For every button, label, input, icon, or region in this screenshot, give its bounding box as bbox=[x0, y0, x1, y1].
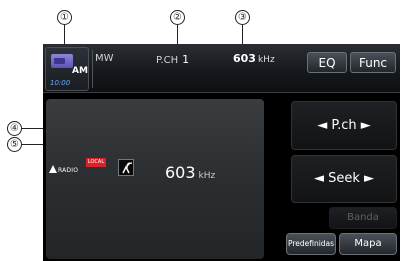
seek-button[interactable]: ◄ Seek ► bbox=[291, 155, 397, 203]
band-label: MW bbox=[95, 53, 114, 64]
radio-icon bbox=[51, 54, 73, 68]
callout-5: ⑤ bbox=[7, 137, 22, 152]
status-bar: AM 10:00 MW P.CH 1 603 kHz EQ Func bbox=[43, 44, 400, 93]
preset-channel: P.CH 1 bbox=[156, 53, 189, 66]
banda-button[interactable]: Banda bbox=[329, 207, 397, 229]
local-badge: LOCAL bbox=[86, 158, 106, 167]
head-unit-screen: AM 10:00 MW P.CH 1 603 kHz EQ Func RADIO L… bbox=[43, 44, 400, 261]
mapa-button[interactable]: Mapa bbox=[339, 233, 397, 255]
callout-4: ④ bbox=[7, 121, 22, 136]
signal-strength-icon bbox=[118, 159, 134, 176]
callout-1: ① bbox=[57, 10, 72, 25]
func-button[interactable]: Func bbox=[350, 52, 396, 73]
predefinidas-button[interactable]: Predefinidas bbox=[286, 233, 336, 255]
preset-channel-label: P.CH bbox=[156, 55, 179, 66]
radio-logo: RADIO bbox=[49, 165, 78, 174]
frequency-unit: kHz bbox=[257, 55, 275, 65]
station-row: RADIO LOCAL 603 kHz bbox=[46, 157, 264, 187]
eq-button[interactable]: EQ bbox=[307, 52, 347, 73]
divider bbox=[92, 50, 93, 88]
preset-channel-value: 1 bbox=[182, 53, 190, 66]
source-label: AM bbox=[72, 66, 88, 76]
frequency-display: 603 kHz bbox=[233, 52, 275, 65]
pch-button[interactable]: ◄ P.ch ► bbox=[291, 101, 397, 150]
main-frequency-value: 603 bbox=[165, 163, 196, 182]
clock: 10:00 bbox=[50, 79, 71, 87]
callout-2: ② bbox=[170, 10, 185, 25]
source-icon-button[interactable]: AM 10:00 bbox=[45, 47, 89, 91]
main-frequency: 603 kHz bbox=[165, 163, 215, 182]
main-frequency-unit: kHz bbox=[198, 171, 216, 181]
frequency-value: 603 bbox=[233, 52, 256, 65]
station-info-panel: RADIO LOCAL 603 kHz bbox=[46, 99, 264, 259]
callout-3: ③ bbox=[235, 10, 250, 25]
